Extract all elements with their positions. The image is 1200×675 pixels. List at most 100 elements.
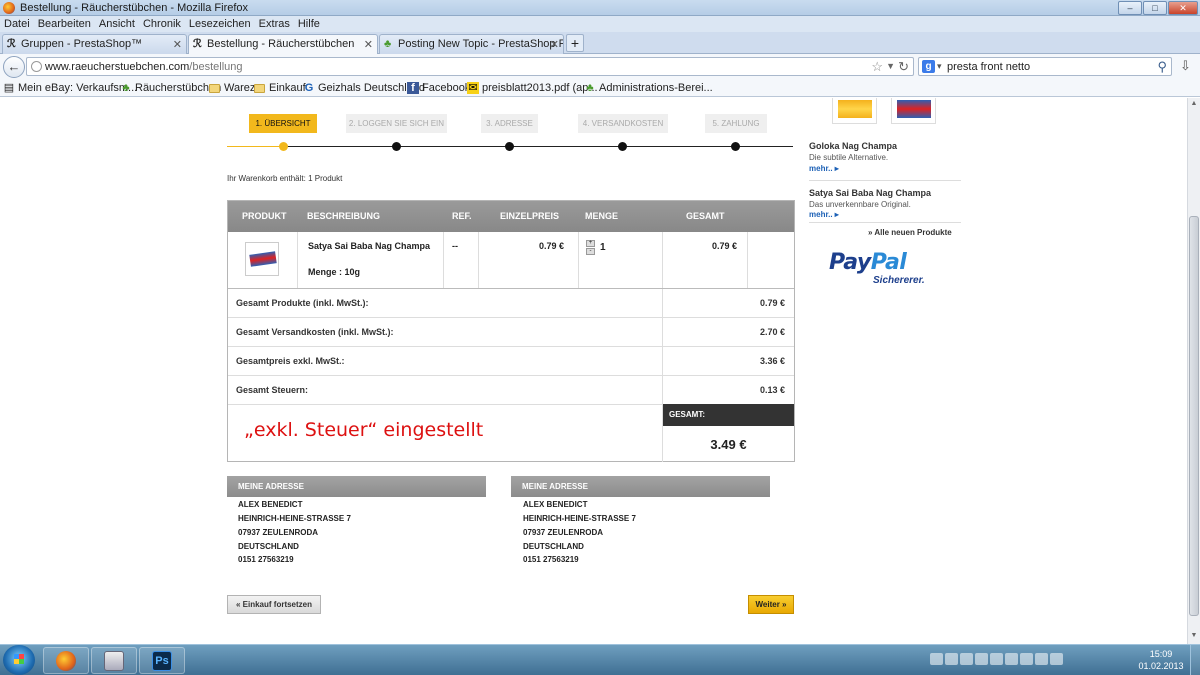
new-product-desc: Das unverkennbare Original. — [809, 200, 911, 209]
new-product-name[interactable]: Satya Sai Baba Nag Champa — [809, 188, 931, 198]
bookmark-administration[interactable]: ♣ Administrations-Berei... — [584, 82, 712, 94]
taskbar-calculator[interactable] — [91, 647, 137, 674]
more-link[interactable]: mehr.. ▸ — [809, 164, 839, 173]
bookmark-star-icon[interactable]: ☆ — [871, 59, 883, 75]
step-payment: 5. ZAHLUNG — [705, 114, 767, 133]
address-country: DEUTSCHLAND — [523, 542, 584, 551]
close-button[interactable]: ✕ — [1168, 1, 1198, 15]
bookmark-facebook[interactable]: f Facebook — [407, 82, 470, 94]
new-tab-button[interactable]: + — [566, 34, 584, 52]
col-total: GESAMT — [686, 211, 725, 221]
url-text: www.raeucherstuebchen.com/bestellung — [45, 61, 243, 73]
menu-datei[interactable]: Datei — [0, 16, 34, 30]
folder-icon — [254, 84, 265, 93]
facebook-icon: f — [407, 82, 419, 94]
search-query[interactable]: presta front netto — [947, 61, 1030, 73]
product-thumbnail[interactable] — [245, 242, 279, 276]
more-link[interactable]: mehr.. ▸ — [809, 210, 839, 219]
summary-row: Gesamt Versandkosten (inkl. MwSt.): 2.70… — [228, 318, 794, 347]
cart-info: Ihr Warenkorb enthält: 1 Produkt — [227, 174, 343, 183]
engine-dropdown-icon[interactable]: ▾ — [937, 61, 942, 72]
tab-bestellung[interactable]: ℛ Bestellung - Räucherstübchen ✕ — [188, 34, 378, 55]
total-box: GESAMT: 3.49 € — [662, 404, 794, 462]
tray-icon[interactable] — [960, 653, 973, 665]
bookmark-preisblatt[interactable]: ✉ preisblatt2013.pdf (ap... — [467, 82, 598, 94]
quantity-decrease-button[interactable]: - — [586, 248, 595, 255]
firefox-icon — [56, 651, 76, 671]
show-desktop-button[interactable] — [1190, 645, 1200, 675]
all-new-products-link[interactable]: » Alle neuen Produkte — [868, 228, 952, 237]
menu-bearbeiten[interactable]: Bearbeiten — [34, 16, 95, 30]
network-icon[interactable] — [1035, 653, 1048, 665]
summary-row: Gesamt Steuern: 0.13 € — [228, 376, 794, 405]
menu-lesezeichen[interactable]: Lesezeichen — [185, 16, 255, 30]
new-product-thumbnail[interactable] — [832, 98, 877, 124]
google-icon[interactable]: g — [922, 60, 935, 73]
start-button[interactable] — [3, 645, 35, 675]
bookmark-ebay[interactable]: ▤ Mein eBay: Verkaufsm... — [3, 82, 137, 94]
system-tray — [930, 653, 1100, 667]
taskbar-firefox[interactable] — [43, 647, 89, 674]
address-street: HEINRICH-HEINE-STRASSE 7 — [238, 514, 351, 523]
menu-ansicht[interactable]: Ansicht — [95, 16, 139, 30]
menu-hilfe[interactable]: Hilfe — [294, 16, 324, 30]
total-amount: 3.49 € — [710, 437, 747, 452]
tray-icon[interactable] — [945, 653, 958, 665]
continue-shopping-button[interactable]: « Einkauf fortsetzen — [227, 595, 321, 614]
tab-close-icon[interactable]: ✕ — [550, 38, 559, 51]
back-button[interactable]: ← — [3, 56, 25, 78]
bluetooth-icon[interactable] — [1005, 653, 1018, 665]
volume-icon[interactable] — [1050, 653, 1063, 665]
tray-icon[interactable] — [930, 653, 943, 665]
page-scrollbar[interactable]: ▲ ▼ — [1187, 98, 1200, 644]
bookmark-raeucherstuebchen[interactable]: ♣ Räucherstübchen — [120, 82, 221, 94]
scrollbar-thumb[interactable] — [1189, 216, 1199, 616]
progress-done — [227, 146, 283, 147]
clock[interactable]: 15:09 01.02.2013 — [1136, 648, 1186, 672]
window-title: Bestellung - Räucherstübchen - Mozilla F… — [20, 2, 249, 14]
window-titlebar: Bestellung - Räucherstübchen - Mozilla F… — [0, 0, 1200, 16]
tab-gruppen[interactable]: ℛ Gruppen - PrestaShop™ ✕ — [2, 34, 187, 54]
product-name[interactable]: Satya Sai Baba Nag Champa — [308, 241, 430, 251]
clock-date: 01.02.2013 — [1138, 661, 1184, 671]
tab-close-icon[interactable]: ✕ — [364, 38, 373, 51]
reload-icon[interactable]: ↻ — [898, 59, 909, 75]
quantity-value[interactable]: 1 — [600, 242, 606, 253]
tray-icon[interactable] — [975, 653, 988, 665]
tax-annotation: „exkl. Steuer“ eingestellt — [244, 419, 484, 441]
maximize-button[interactable]: □ — [1143, 1, 1167, 15]
scroll-up-icon[interactable]: ▲ — [1189, 100, 1199, 107]
tab-bar: ℛ Gruppen - PrestaShop™ ✕ ℛ Bestellung -… — [0, 32, 1200, 55]
history-dropdown-icon[interactable]: ▼ — [886, 61, 895, 71]
address-phone: 0151 27563219 — [523, 555, 579, 564]
search-bar[interactable]: g ▾ presta front netto ⚲ — [918, 57, 1172, 76]
tab-posting-topic[interactable]: ♣ Posting New Topic - PrestaShop Foru...… — [379, 34, 564, 54]
photoshop-icon: Ps — [152, 651, 172, 671]
bookmark-warez[interactable]: Warez — [209, 82, 255, 94]
download-icon[interactable]: ⇩ — [1180, 58, 1196, 75]
navigation-bar: ← www.raeucherstuebchen.com/bestellung ☆… — [0, 54, 1200, 79]
new-product-desc: Die subtile Alternative. — [809, 153, 889, 162]
menu-chronik[interactable]: Chronik — [139, 16, 185, 30]
search-icon[interactable]: ⚲ — [1157, 59, 1167, 75]
cart-table: PRODUKT BESCHREIBUNG REF. EINZELPREIS ME… — [227, 200, 795, 462]
new-product-name[interactable]: Goloka Nag Champa — [809, 141, 897, 151]
taskbar-photoshop[interactable]: Ps — [139, 647, 185, 674]
item-total: 0.79 € — [712, 241, 738, 251]
menu-extras[interactable]: Extras — [255, 16, 294, 30]
step-address: 3. ADRESSE — [481, 114, 538, 133]
ebay-icon: ▤ — [3, 82, 15, 94]
next-button[interactable]: Weiter » — [748, 595, 794, 614]
new-product-thumbnail[interactable] — [891, 98, 936, 124]
bookmark-einkauf[interactable]: Einkauf — [254, 82, 306, 94]
address-city: 07937 ZEULENRODA — [238, 528, 319, 537]
address-heading: MEINE ADRESSE — [227, 476, 486, 497]
url-bar[interactable]: www.raeucherstuebchen.com/bestellung ☆ ▼… — [26, 57, 914, 76]
leaf-icon: ♣ — [384, 38, 392, 50]
quantity-increase-button[interactable]: + — [586, 240, 595, 247]
tray-icon[interactable] — [990, 653, 1003, 665]
tray-icon[interactable] — [1020, 653, 1033, 665]
tab-close-icon[interactable]: ✕ — [173, 38, 182, 51]
scroll-down-icon[interactable]: ▼ — [1189, 632, 1199, 639]
minimize-button[interactable]: – — [1118, 1, 1142, 15]
